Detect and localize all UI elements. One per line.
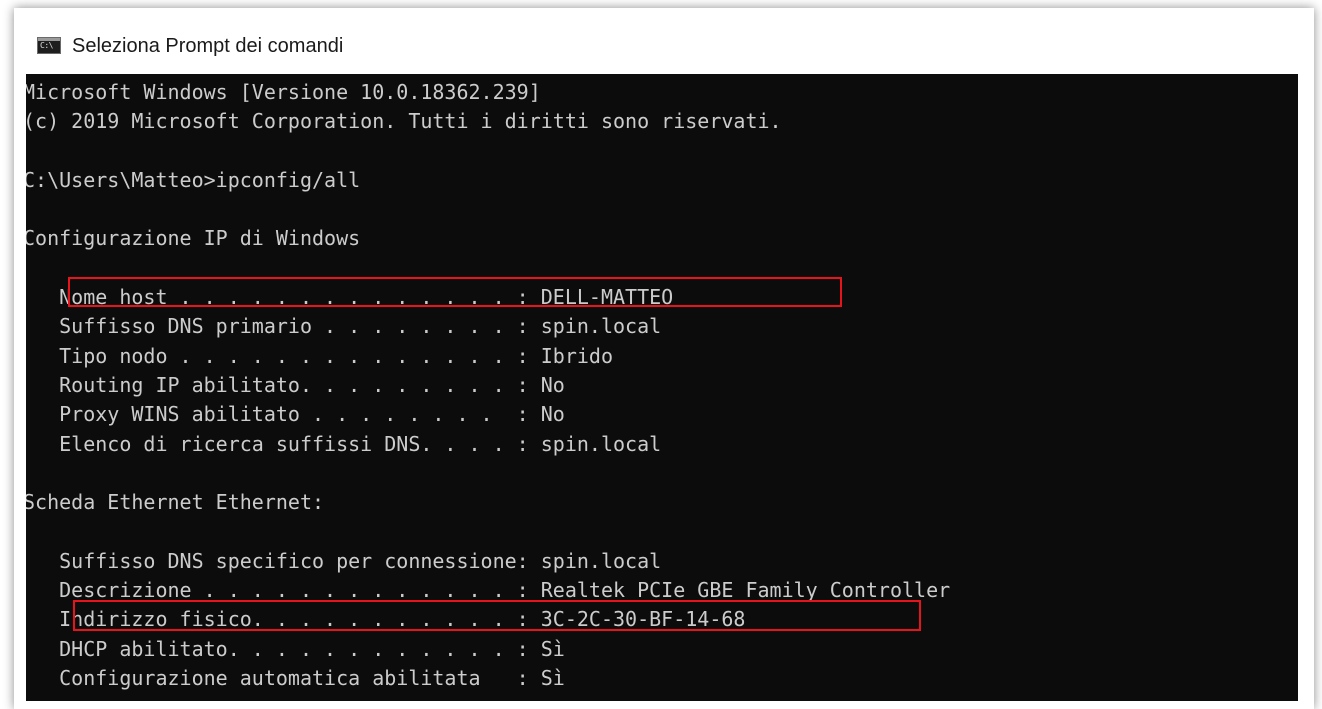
console-line: Configurazione IP di Windows — [26, 226, 361, 251]
console-line: (c) 2019 Microsoft Corporation. Tutti i … — [26, 109, 782, 134]
console-line-physical-address: Indirizzo fisico. . . . . . . . . . . : … — [26, 607, 746, 632]
console-line: Proxy WINS abilitato . . . . . . . . : N… — [26, 402, 565, 427]
console-line: C:\Users\Matteo>ipconfig/all — [26, 167, 361, 192]
console-line: Tipo nodo . . . . . . . . . . . . . . : … — [26, 343, 614, 368]
cmd-icon: C:\ — [37, 37, 61, 54]
console-line: Descrizione . . . . . . . . . . . . . : … — [26, 578, 951, 603]
console-line: Scheda Ethernet Ethernet: — [26, 490, 325, 515]
console-line: Elenco di ricerca suffissi DNS. . . . : … — [26, 431, 662, 456]
console-line-host-name: Nome host . . . . . . . . . . . . . . : … — [26, 285, 674, 310]
console-line: Configurazione automatica abilitata : Sì — [26, 665, 565, 690]
console-line: DHCP abilitato. . . . . . . . . . . . : … — [26, 636, 565, 661]
console-output[interactable]: Microsoft Windows [Versione 10.0.18362.2… — [26, 74, 1298, 701]
console-line: Suffisso DNS specifico per connessione: … — [26, 548, 662, 573]
title-bar[interactable]: C:\ Seleziona Prompt dei comandi — [14, 8, 1314, 74]
command-prompt-window: C:\ Seleziona Prompt dei comandi Microso… — [14, 8, 1314, 709]
window-title: Seleziona Prompt dei comandi — [72, 35, 344, 57]
cmd-icon-glyph: C:\ — [40, 41, 53, 50]
console-line: Routing IP abilitato. . . . . . . . . : … — [26, 372, 565, 397]
console-line: Suffisso DNS primario . . . . . . . . : … — [26, 314, 662, 339]
console-line: Microsoft Windows [Versione 10.0.18362.2… — [26, 80, 541, 104]
console-lines: Microsoft Windows [Versione 10.0.18362.2… — [26, 78, 950, 693]
